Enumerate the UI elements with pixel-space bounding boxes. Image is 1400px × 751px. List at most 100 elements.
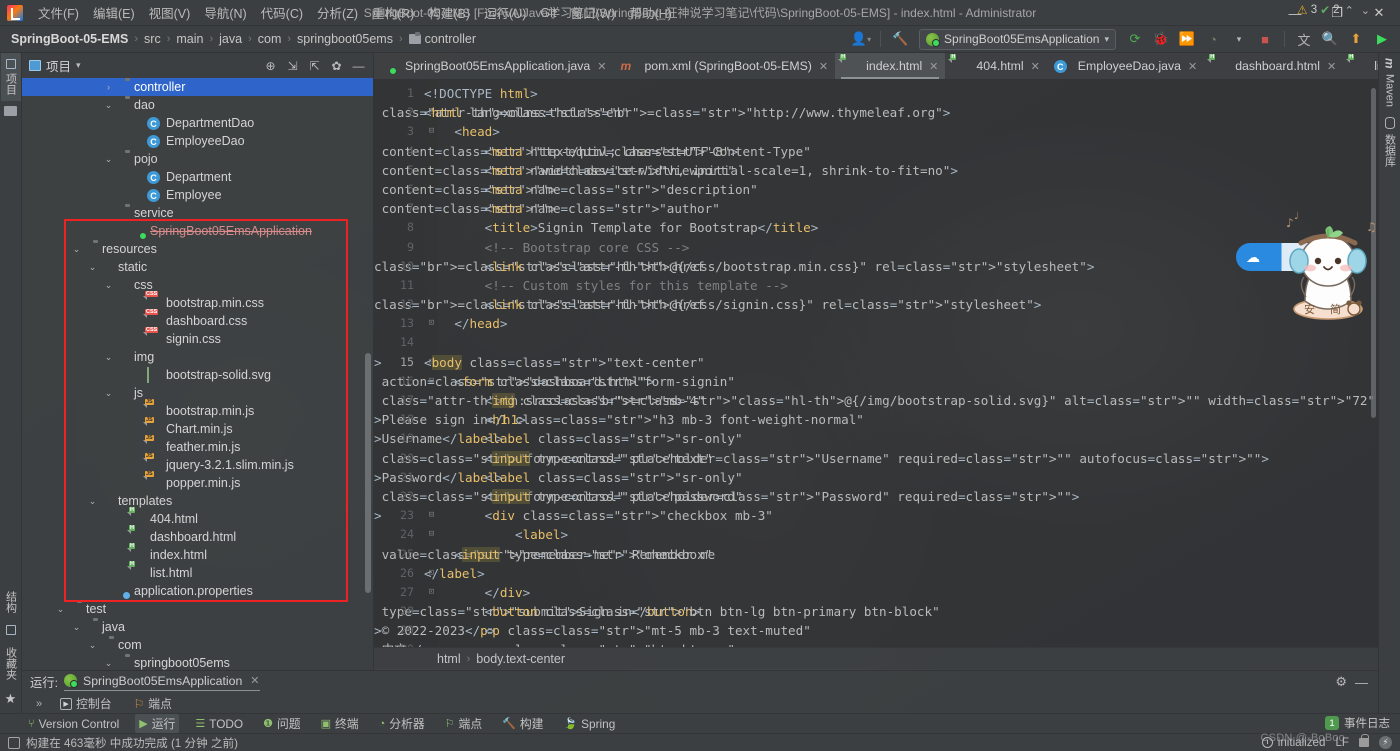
tree-node-departmentdao[interactable]: C DepartmentDao [22,114,373,132]
expand-arrow-icon[interactable]: › [102,82,115,92]
code-editor[interactable]: 1 <!DOCTYPE html> 2 ⊟ <html lang=class="str"… [374,80,1378,647]
run-icon[interactable]: ⟳ [1123,28,1147,50]
editor-breadcrumb-html[interactable]: html [434,651,464,667]
tree-node-employee[interactable]: C Employee [22,186,373,204]
bottom-tab---[interactable]: 🔨 构建 [498,714,547,733]
code-line[interactable]: 7 <meta name=class="str">"author" conten… [374,199,1378,218]
tree-node-img[interactable]: ⌄ img [22,348,373,366]
tree-node-service[interactable]: service [22,204,373,222]
update-icon[interactable]: ⬆ [1344,28,1368,50]
close-icon[interactable]: ✕ [250,674,259,687]
code-line[interactable]: 1 <!DOCTYPE html> [374,84,1378,103]
breadcrumb-main[interactable]: main [173,31,206,47]
code-line[interactable]: 20 <input type=class="str">"text" class=… [374,449,1378,468]
tree-node-resources[interactable]: ⌄ resources [22,240,373,258]
folder-icon[interactable] [4,106,17,116]
code-line[interactable]: 17 <img class=class="str">"mb-4" class="… [374,391,1378,410]
menu-edit[interactable]: 编辑(E) [86,0,142,25]
breadcrumb-src[interactable]: src [141,31,164,47]
tree-node-application.properties[interactable]: application.properties [22,582,373,600]
expand-arrow-icon[interactable]: ⌄ [54,604,67,615]
strip-tab-project[interactable]: 项目 [0,53,21,101]
stop-icon[interactable]: ■ [1253,28,1277,50]
debug-icon[interactable]: 🐞 [1149,28,1173,50]
close-icon[interactable]: ✕ [929,60,938,73]
tree-node-springboot05ems[interactable]: ⌄ springboot05ems [22,654,373,670]
strip-tab-database[interactable]: 数据库 [1380,112,1400,172]
breadcrumb-java[interactable]: java [216,31,245,47]
expand-all-icon[interactable]: ⇲ [282,56,303,76]
menu-build[interactable]: 构建(B) [421,0,477,25]
menu-refactor[interactable]: 重构(R) [365,0,421,25]
settings-gear-icon[interactable]: ⚙ [1335,674,1347,690]
expand-arrow-icon[interactable]: ⌄ [70,622,83,633]
code-line[interactable]: 16 ⊟ <form class=class="str">"form-signin… [374,372,1378,391]
power-save-icon[interactable]: ⚡ [1379,736,1392,749]
menu-help[interactable]: 帮助(H) [623,0,679,25]
editor-tab-dashboard.html[interactable]: Hdashboard.html ✕ [1204,53,1343,79]
menu-analyze[interactable]: 分析(Z) [310,0,365,25]
strip-tab-maven[interactable]: m Maven [1381,53,1399,112]
expand-arrow-icon[interactable]: ⌄ [102,280,115,291]
lock-icon[interactable] [1359,734,1369,747]
run-configuration-selector[interactable]: SpringBoot05EmsApplication ▾ [919,28,1116,50]
next-highlight-icon[interactable]: ⌄ [1359,4,1372,17]
tree-node-test[interactable]: ⌄ test [22,600,373,618]
menu-code[interactable]: 代码(C) [254,0,310,25]
code-line[interactable]: 24 ⊟ <label> [374,525,1378,544]
editor-tab-index.html[interactable]: Hindex.html ✕ [835,53,946,79]
menu-navigate[interactable]: 导航(N) [197,0,253,25]
editor-tab-springboot05emsapplication.java[interactable]: SpringBoot05EmsApplication.java ✕ [374,53,613,79]
tree-node-dashboard.css[interactable]: CSS dashboard.css [22,309,373,330]
expand-arrow-icon[interactable]: ⌄ [86,640,99,651]
initialized-indicator[interactable]: initialized [1261,736,1325,749]
expand-arrow-icon[interactable]: ⌄ [102,100,115,111]
menu-run[interactable]: 运行(U) [477,0,533,25]
breadcrumb-controller[interactable]: controller [406,31,479,47]
tree-node-templates[interactable]: ⌄ templates [22,492,373,510]
tree-node-jquery-3.2.1.slim.min.js[interactable]: JS jquery-3.2.1.slim.min.js [22,453,373,474]
tree-node-springboot05emsapplication[interactable]: SpringBoot05EmsApplication [22,222,373,240]
bottom-tab-version-control[interactable]: ⑂ Version Control [24,716,123,732]
run-configuration-tab[interactable]: SpringBoot05EmsApplication ✕ [64,674,260,691]
close-icon[interactable]: ✕ [1327,60,1336,73]
breadcrumb-com[interactable]: com [255,31,285,47]
code-line[interactable]: 4 <meta http-equiv=class="str">"Content-… [374,142,1378,161]
tree-node-list.html[interactable]: Hlist.html [22,561,373,582]
close-icon[interactable]: ✕ [1031,60,1040,73]
code-line[interactable]: 11 <!-- Custom styles for this template … [374,276,1378,295]
close-icon[interactable]: ✕ [819,60,828,73]
tree-node-index.html[interactable]: Hindex.html [22,543,373,564]
code-line[interactable]: 28 <button class=class="str">"btn btn-lg… [374,602,1378,621]
menu-git[interactable]: Git [533,3,563,23]
code-line[interactable]: 3 ⊟ <head> [374,122,1378,141]
tree-node-bootstrap-solid.svg[interactable]: bootstrap-solid.svg [22,366,373,384]
breadcrumb-project[interactable]: SpringBoot-05-EMS [8,31,131,47]
tree-node-bootstrap.min.css[interactable]: CSS bootstrap.min.css [22,291,373,312]
previous-highlight-icon[interactable]: ⌃ [1343,4,1356,17]
code-line[interactable]: 26 ⊡ </label> [374,564,1378,583]
expand-arrow-icon[interactable]: ⌄ [102,658,115,669]
inspection-widget[interactable]: ⚠ 3 ✔ 2 ⌃ ⌄ [1297,3,1372,17]
editor-tab-list.html[interactable]: Hlist.html✕ [1343,53,1378,79]
code-line[interactable]: 9 <!-- Bootstrap core CSS --> [374,238,1378,257]
tree-node-pojo[interactable]: ⌄ pojo [22,150,373,168]
code-line[interactable]: 25 <input type=class="str">"checkbox" va… [374,545,1378,564]
code-line[interactable]: 13 ⊡ </head> [374,314,1378,333]
tree-node-employeedao[interactable]: C EmployeeDao [22,132,373,150]
bottom-tab---[interactable]: ⚐ 端点 [441,714,486,733]
profiler-icon[interactable]: ◔ [1201,28,1225,50]
code-line[interactable]: 6 <meta name=class="str">"description" c… [374,180,1378,199]
hide-panel-icon[interactable]: — [1355,675,1368,690]
tree-node-chart.min.js[interactable]: JS Chart.min.js [22,417,373,438]
code-line[interactable]: 19 <label class=class="str">"sr-only" >Us… [374,429,1378,448]
expand-arrow-icon[interactable]: ⌄ [86,496,99,507]
editor-tab-404.html[interactable]: H 404.html ✕ [945,53,1046,79]
tree-node-com[interactable]: ⌄ com [22,636,373,654]
editor-tab-pom.xml--springboot-05-ems-[interactable]: m pom.xml (SpringBoot-05-EMS) ✕ [613,53,835,79]
strip-tab-favorites[interactable]: 收藏夹 [1,641,21,686]
code-line[interactable]: 23 ⊟ <div class=class="str">"checkbox mb-… [374,506,1378,525]
expand-arrow-icon[interactable]: ⌄ [70,244,83,255]
tree-node-css[interactable]: ⌄ css [22,276,373,294]
code-line[interactable]: 2 ⊟ <html lang=class="str">"en" class="att… [374,103,1378,122]
